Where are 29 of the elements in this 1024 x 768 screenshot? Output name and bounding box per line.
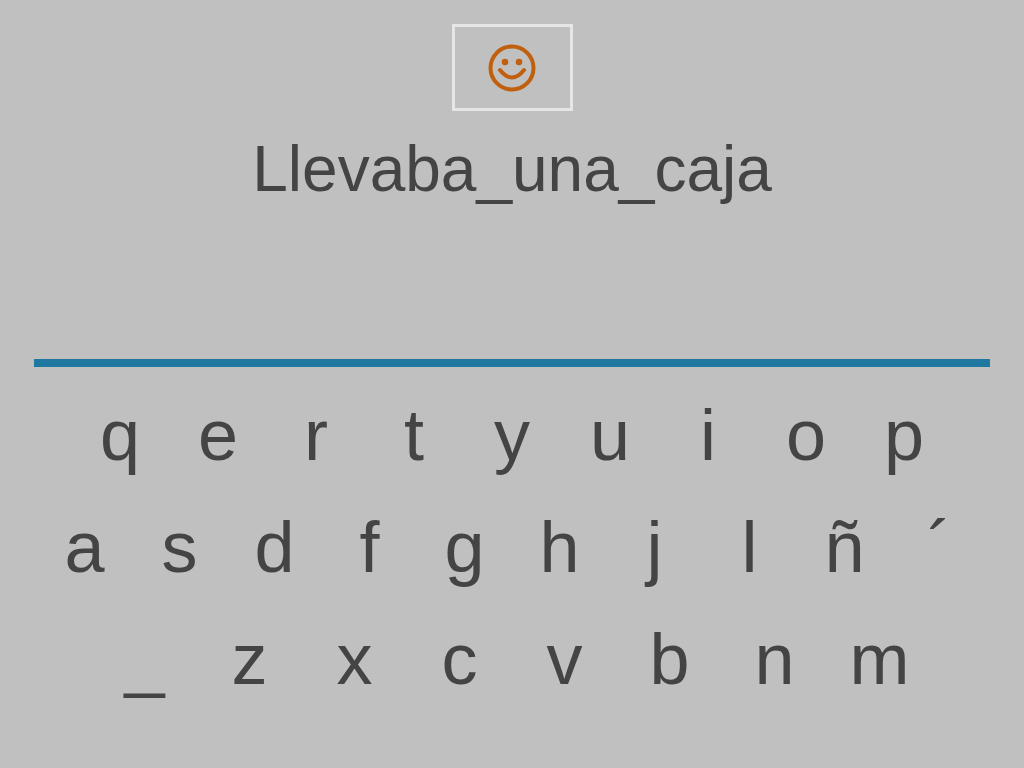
letter-key[interactable]: p [855,385,953,485]
letter-key[interactable]: x [302,609,407,709]
letter-key[interactable]: v [512,609,617,709]
letter-key[interactable]: s [132,497,227,597]
letter-key[interactable]: f [322,497,417,597]
letter-key[interactable]: r [267,385,365,485]
letter-key[interactable]: g [417,497,512,597]
letter-key[interactable]: _ [92,609,197,709]
letter-key[interactable]: l [702,497,797,597]
letter-key[interactable]: n [722,609,827,709]
letter-key[interactable]: y [463,385,561,485]
letter-key[interactable]: c [407,609,512,709]
letter-key[interactable]: e [169,385,267,485]
letter-key[interactable]: h [512,497,607,597]
letter-key[interactable]: o [757,385,855,485]
letter-key[interactable]: d [227,497,322,597]
letter-key[interactable]: t [365,385,463,485]
letter-key[interactable]: m [827,609,932,709]
letter-key[interactable]: i [659,385,757,485]
letter-key[interactable]: z [197,609,302,709]
letter-key[interactable]: b [617,609,722,709]
letter-key[interactable]: q [71,385,169,485]
target-phrase: Llevaba_una_caja [252,132,772,207]
smiley-icon [487,42,537,93]
letter-key[interactable]: u [561,385,659,485]
letter-key[interactable]: j [607,497,702,597]
letter-key[interactable]: ´ [892,497,987,597]
letter-key[interactable]: ñ [797,497,892,597]
letter-key[interactable]: a [37,497,132,597]
